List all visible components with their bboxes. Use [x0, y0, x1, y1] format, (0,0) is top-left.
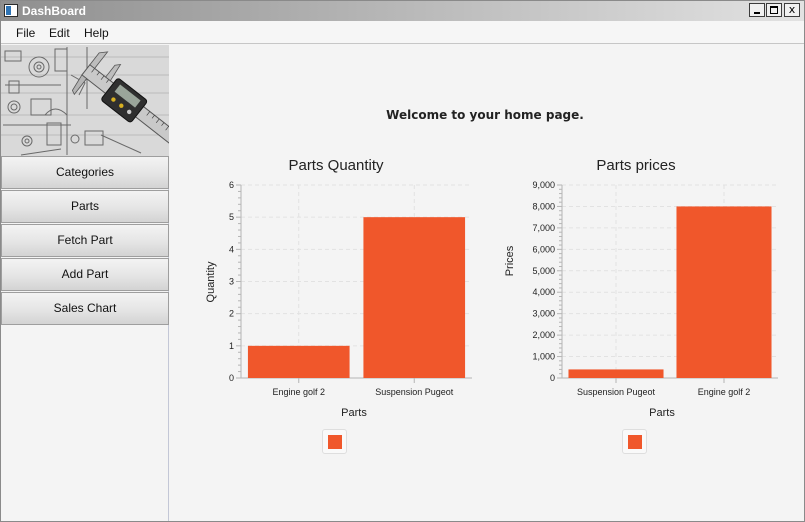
y-tick-label: 7,000: [532, 223, 555, 233]
dashboard-window: DashBoard x File Edit Help Categories Pa…: [0, 0, 805, 522]
y-tick-label: 5: [229, 212, 234, 222]
minimize-icon: [754, 12, 760, 14]
maximize-button[interactable]: [766, 3, 782, 17]
menu-help[interactable]: Help: [84, 26, 109, 40]
x-tick-label: Engine golf 2: [698, 387, 751, 397]
y-tick-label: 5,000: [532, 266, 555, 276]
bar: [247, 345, 350, 378]
maximize-icon: [770, 6, 778, 14]
parts-prices-chart: Parts prices 0 1,000 2,000 3,000 4,000 5,000 6…: [486, 149, 786, 469]
bar: [676, 206, 772, 378]
bar: [363, 217, 466, 378]
parts-quantity-chart: Parts Quantity 0 1 2 3 4 5 6 Engine golf 2 Suspe…: [186, 149, 486, 469]
home-content: Welcome to your home page. Parts Quantit…: [170, 45, 804, 521]
y-axis-label: Prices: [504, 245, 516, 276]
y-tick-label: 9,000: [532, 180, 555, 190]
y-tick-label: 1: [229, 341, 234, 351]
minimize-button[interactable]: [749, 3, 765, 17]
categories-button[interactable]: Categories: [1, 156, 169, 189]
close-button[interactable]: x: [784, 3, 800, 17]
y-tick-label: 3: [229, 277, 234, 287]
plot-area: 0 1,000 2,000 3,000 4,000 5,000 6,000 7,000 8,00…: [532, 180, 778, 397]
y-tick-label: 6: [229, 180, 234, 190]
welcome-heading: Welcome to your home page.: [386, 108, 584, 122]
window-title: DashBoard: [22, 4, 87, 18]
parts-button[interactable]: Parts: [1, 190, 169, 223]
parts-quantity-chart-svg: Parts Quantity 0 1 2 3 4 5 6 Engine golf 2 Suspe…: [205, 157, 472, 419]
banner-image: [1, 45, 169, 156]
app-icon: [4, 4, 18, 17]
sidebar: Categories Parts Fetch Part Add Part Sal…: [1, 45, 169, 521]
parts-prices-chart-svg: Parts prices 0 1,000 2,000 3,000 4,000 5,000 6…: [504, 157, 778, 419]
fetch-part-button[interactable]: Fetch Part: [1, 224, 169, 257]
y-tick-label: 4,000: [532, 287, 555, 297]
legend-symbol: [322, 429, 347, 454]
menu-edit[interactable]: Edit: [49, 26, 70, 40]
x-axis-label: Parts: [341, 407, 367, 419]
bar: [568, 369, 664, 378]
y-tick-label: 6,000: [532, 244, 555, 254]
add-part-button[interactable]: Add Part: [1, 258, 169, 291]
x-tick-label: Suspension Pugeot: [375, 387, 454, 397]
y-tick-label: 1,000: [532, 352, 555, 362]
y-tick-label: 4: [229, 244, 234, 254]
caliper-blueprint-icon: [1, 45, 169, 156]
y-tick-label: 3,000: [532, 309, 555, 319]
y-tick-label: 8,000: [532, 201, 555, 211]
close-icon: x: [788, 3, 796, 16]
x-axis-label: Parts: [649, 407, 675, 419]
x-tick-label: Suspension Pugeot: [577, 387, 656, 397]
chart-title: Parts prices: [596, 157, 675, 174]
plot-area: 0 1 2 3 4 5 6 Engine golf 2 Suspension Pugeot: [229, 180, 472, 397]
x-tick-label: Engine golf 2: [272, 387, 325, 397]
legend-swatch: [328, 435, 342, 449]
sales-chart-button[interactable]: Sales Chart: [1, 292, 169, 325]
y-tick-label: 2: [229, 309, 234, 319]
y-tick-label: 0: [229, 373, 234, 383]
menu-bar: File Edit Help: [1, 21, 804, 44]
legend-symbol: [622, 429, 647, 454]
menu-file[interactable]: File: [16, 26, 35, 40]
title-bar[interactable]: DashBoard x: [1, 1, 804, 21]
y-tick-label: 0: [550, 373, 555, 383]
chart-title: Parts Quantity: [288, 157, 384, 174]
y-tick-label: 2,000: [532, 330, 555, 340]
y-axis-label: Quantity: [205, 261, 217, 302]
legend-swatch: [628, 435, 642, 449]
